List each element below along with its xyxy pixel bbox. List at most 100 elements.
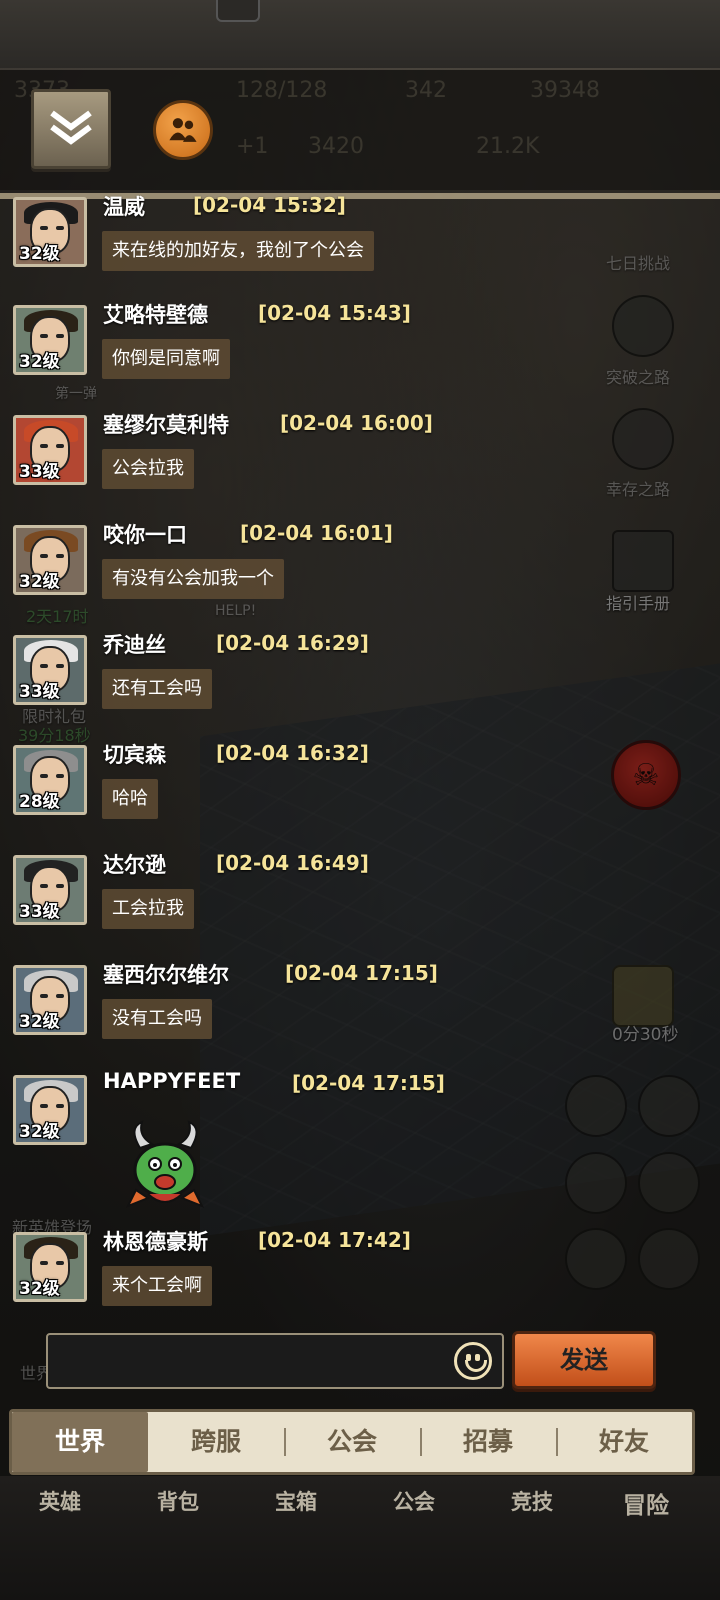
user-avatar[interactable]: 32级 (13, 965, 87, 1035)
user-level: 32级 (19, 572, 60, 592)
avatar-eye (40, 994, 48, 998)
avatar-eye (56, 334, 64, 338)
message-bubble: 哈哈 (102, 779, 158, 819)
message-timestamp: [02-04 17:15] (285, 961, 438, 985)
message-timestamp: [02-04 16:49] (216, 851, 369, 875)
message-bubble: 来个工会啊 (102, 1266, 212, 1306)
message-bubble: 工会拉我 (102, 889, 194, 929)
nav-arena[interactable]: 竞技 (482, 1486, 582, 1516)
avatar-eye (56, 1261, 64, 1265)
user-name[interactable]: 塞缪尔莫利特 (103, 409, 229, 439)
avatar-eye (40, 774, 48, 778)
user-level: 33级 (19, 462, 60, 482)
user-avatar[interactable]: 33级 (13, 635, 87, 705)
avatar-eye (56, 1104, 64, 1108)
avatar-eye (56, 884, 64, 888)
nav-backpack[interactable]: 背包 (128, 1486, 228, 1516)
user-avatar[interactable]: 33级 (13, 415, 87, 485)
double-chevron-down-icon (50, 110, 92, 145)
user-name[interactable]: 咬你一口 (103, 519, 187, 549)
chat-message: 32级 林恩德豪斯 [02-04 17:42] 来个工会啊 (0, 1228, 620, 1332)
message-timestamp: [02-04 15:43] (258, 301, 411, 325)
avatar-eye (40, 1261, 48, 1265)
user-level: 33级 (19, 902, 60, 922)
avatar-eye (40, 226, 48, 230)
message-timestamp: [02-04 16:29] (216, 631, 369, 655)
message-bubble: 公会拉我 (102, 449, 194, 489)
smiley-icon[interactable] (454, 1342, 492, 1380)
avatar-eye (56, 444, 64, 448)
user-level: 32级 (19, 244, 60, 264)
user-name[interactable]: 艾略特壁德 (103, 299, 208, 329)
nav-chest[interactable]: 宝箱 (246, 1486, 346, 1516)
user-level: 28级 (19, 792, 60, 812)
chat-message: 32级 艾略特壁德 [02-04 15:43] 你倒是同意啊 (0, 301, 620, 405)
message-timestamp: [02-04 16:01] (240, 521, 393, 545)
message-bubble: 你倒是同意啊 (102, 339, 230, 379)
chat-input[interactable] (48, 1335, 443, 1387)
avatar-eye (40, 334, 48, 338)
avatar-eye (56, 226, 64, 230)
avatar-eye (56, 554, 64, 558)
nav-guild[interactable]: 公会 (364, 1486, 464, 1516)
user-name[interactable]: HAPPYFEET (103, 1069, 240, 1093)
chat-message: 28级 切宾森 [02-04 16:32] 哈哈 (0, 741, 620, 845)
user-name[interactable]: 林恩德豪斯 (103, 1226, 208, 1256)
top-status-bar (0, 0, 720, 68)
chat-message: 32级 HAPPYFEET [02-04 17:15] (0, 1069, 620, 1175)
tab-guild[interactable]: 公会 (284, 1412, 420, 1472)
message-bubble: 没有工会吗 (102, 999, 212, 1039)
avatar-eye (56, 994, 64, 998)
user-avatar[interactable]: 32级 (13, 197, 87, 267)
user-avatar[interactable]: 32级 (13, 305, 87, 375)
user-level: 32级 (19, 1012, 60, 1032)
message-bubble: 来在线的加好友，我创了个公会 (102, 231, 374, 271)
user-name[interactable]: 切宾森 (103, 739, 166, 769)
message-bubble: 有没有公会加我一个 (102, 559, 284, 599)
nav-heroes[interactable]: 英雄 (10, 1486, 110, 1516)
user-name[interactable]: 达尔逊 (103, 849, 166, 879)
chat-message: 33级 达尔逊 [02-04 16:49] 工会拉我 (0, 851, 620, 955)
friends-icon (169, 118, 197, 142)
tab-world[interactable]: 世界 (12, 1412, 148, 1472)
smiley-mouth (465, 1360, 487, 1372)
user-avatar[interactable]: 32级 (13, 525, 87, 595)
user-avatar[interactable]: 28级 (13, 745, 87, 815)
avatar-eye (40, 554, 48, 558)
message-timestamp: [02-04 16:32] (216, 741, 369, 765)
message-bubble: 还有工会吗 (102, 669, 212, 709)
avatar-eye (40, 884, 48, 888)
user-level: 32级 (19, 1122, 60, 1142)
avatar-eye (40, 444, 48, 448)
chat-message: 32级 咬你一口 [02-04 16:01] 有没有公会加我一个 (0, 521, 620, 625)
user-level: 32级 (19, 1279, 60, 1299)
chat-input-box[interactable] (46, 1333, 504, 1389)
user-level: 33级 (19, 682, 60, 702)
user-level: 32级 (19, 352, 60, 372)
message-timestamp: [02-04 16:00] (280, 411, 433, 435)
send-button[interactable]: 发送 (512, 1331, 656, 1389)
tab-cross-server[interactable]: 跨服 (148, 1412, 284, 1472)
user-name[interactable]: 温威 (103, 191, 145, 221)
avatar-eye (56, 664, 64, 668)
message-timestamp: [02-04 15:32] (193, 193, 346, 217)
message-timestamp: [02-04 17:15] (292, 1071, 445, 1095)
tab-friends[interactable]: 好友 (556, 1412, 692, 1472)
avatar-eye (56, 774, 64, 778)
avatar-eye (40, 664, 48, 668)
green-monster-sticker-icon (125, 1120, 205, 1208)
chat-message: 33级 塞缪尔莫利特 [02-04 16:00] 公会拉我 (0, 411, 620, 515)
chat-message: 32级 塞西尔尔维尔 [02-04 17:15] 没有工会吗 (0, 961, 620, 1065)
user-name[interactable]: 塞西尔尔维尔 (103, 959, 229, 989)
message-timestamp: [02-04 17:42] (258, 1228, 411, 1252)
tab-recruit[interactable]: 招募 (420, 1412, 556, 1472)
pull-tab (216, 0, 260, 22)
user-avatar[interactable]: 32级 (13, 1075, 87, 1145)
user-name[interactable]: 乔迪丝 (103, 629, 166, 659)
friends-button[interactable] (153, 100, 213, 160)
nav-adventure[interactable]: 冒险 (596, 1486, 696, 1520)
user-avatar[interactable]: 32级 (13, 1232, 87, 1302)
collapse-chat-button[interactable] (31, 89, 111, 169)
user-avatar[interactable]: 33级 (13, 855, 87, 925)
avatar-eye (40, 1104, 48, 1108)
